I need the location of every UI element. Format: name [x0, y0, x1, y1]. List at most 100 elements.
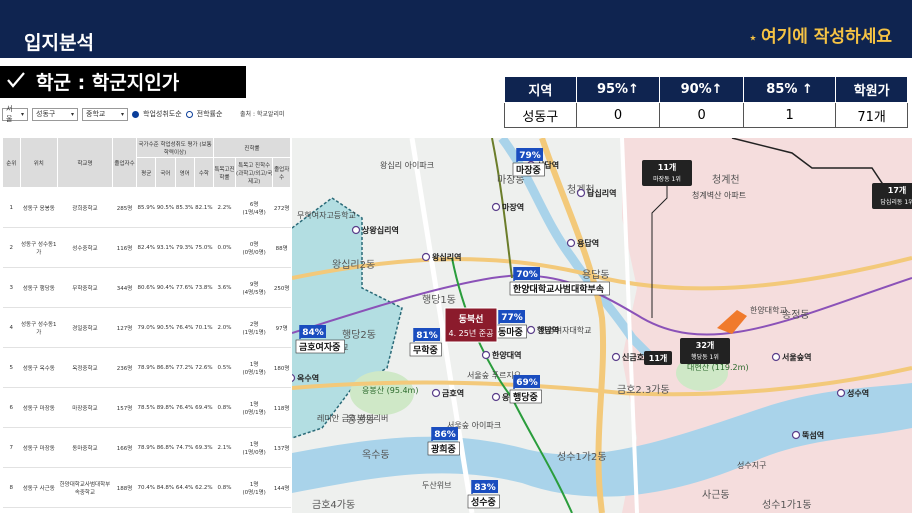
table-cell: 62.2%: [194, 467, 214, 508]
table-cell: 86.8%: [155, 347, 176, 388]
transfer-breakdown: (1명/1명): [242, 329, 266, 336]
academy-count: 11개: [658, 162, 677, 172]
transfer-breakdown: (0명/1명): [242, 369, 266, 376]
district-label: 행당1동: [422, 294, 456, 306]
table-cell: 78.5%: [136, 387, 156, 428]
transfer-count-cell: 1명 (0명/1명): [235, 467, 273, 508]
transfer-breakdown: (1명/4명): [242, 209, 266, 216]
table-cell: 7: [2, 427, 21, 468]
academy-rank: 답십리동 1위: [880, 198, 912, 206]
table-cell: 86.8%: [155, 427, 176, 468]
map-area[interactable]: 왕십리2동 마장동 행당1동 행당2동 응봉동 금호2.3가동 금호4가동 옥수동 성수1가2동…: [292, 138, 912, 513]
table-row[interactable]: 6 성동구 마장동 마장중학교 157명 78.5% 89.8% 76.4% 69.4% 0.8…: [2, 387, 291, 428]
station-label: 상왕십리역: [362, 225, 399, 235]
station-icon: [431, 388, 441, 398]
school-name: 동마중: [498, 326, 523, 338]
table-cell: 한양대학교사범대학부속중학교: [57, 467, 113, 508]
summary-header-cell: 90%↑: [659, 76, 744, 103]
district-value: 성동구: [36, 110, 56, 118]
sort-achievement-radio[interactable]: [132, 110, 139, 118]
page-title: 입지분석: [24, 32, 94, 54]
col-header: 국가수준 학업성취도 평가 (보통학력이상): [136, 137, 214, 158]
transfer-total: 0명: [249, 241, 259, 248]
place-label: 레미안 금호 하이리버: [317, 413, 388, 423]
place-label: 성수지구: [737, 461, 766, 470]
station-icon: [836, 388, 846, 398]
station-icon: [491, 392, 501, 402]
school-pct: 69%: [516, 378, 538, 388]
table-cell: 성동구 사근동: [20, 467, 58, 508]
table-cell: 0.5%: [213, 347, 236, 388]
check-icon: [6, 66, 28, 98]
school-pct: 86%: [434, 430, 456, 440]
summary-cell: 71개: [835, 102, 908, 128]
table-cell: 73.8%: [194, 267, 214, 308]
station-icon: [421, 252, 431, 262]
level-select[interactable]: 중학교 ▾: [82, 107, 128, 121]
table-cell: 성동구 성수동1가: [20, 307, 58, 348]
station-icon: [292, 374, 296, 382]
sort-achievement-label: 학업성취도순: [143, 110, 182, 118]
table-cell: 마장중학교: [57, 387, 113, 428]
transfer-count-cell: 1명 (1명/0명): [235, 427, 273, 468]
table-row[interactable]: 3 성동구 행당동 무학중학교 344명 80.6% 90.4% 77.6% 73.8% 3.6…: [2, 267, 291, 308]
table-cell: 127명: [112, 307, 137, 348]
school-pct: 81%: [416, 331, 438, 341]
summary-data-row: 성동구 0 0 1 71개: [504, 102, 908, 128]
table-row[interactable]: 7 성동구 마장동 동마중학교 166명 78.9% 86.8% 74.7% 69.3% 2.1…: [2, 427, 291, 468]
place-label: 청계벽산 아파트: [692, 190, 746, 200]
park-label: 응봉산 (95.4m): [362, 385, 418, 395]
transfer-breakdown: (4명/5명): [242, 289, 266, 296]
table-cell: 344명: [112, 267, 137, 308]
table-cell: 93.1%: [155, 227, 176, 268]
school-rows: 1 성동구 응봉동 광희중학교 285명 85.9% 90.5% 85.3% 82.1% 2.2…: [2, 187, 291, 508]
level-value: 중학교: [86, 110, 106, 118]
table-cell: 76.4%: [175, 307, 195, 348]
table-cell: 성수중학교: [57, 227, 113, 268]
table-cell: 성동구 마장동: [20, 427, 58, 468]
district-label: 옥수동: [362, 449, 390, 461]
table-row[interactable]: 4 성동구 성수동1가 경일중학교 127명 79.0% 90.5% 76.4% 70.1% 2…: [2, 307, 291, 348]
header-bar: 입지분석 ⋆ 여기에 작성하세요: [0, 0, 912, 58]
district-label: 왕십리2동: [332, 259, 375, 271]
table-cell: 116명: [112, 227, 137, 268]
station-icon: [791, 430, 801, 440]
table-cell: 성동구 행당동: [20, 267, 58, 308]
table-cell: 84.8%: [155, 467, 176, 508]
table-row[interactable]: 8 성동구 사근동 한양대학교사범대학부속중학교 188명 70.4% 84.8% 64.4…: [2, 467, 291, 508]
table-cell: 옥정중학교: [57, 347, 113, 388]
district-label: 청계천: [712, 174, 740, 186]
academy-rank: 행당동 1위: [691, 353, 719, 361]
table-cell: 144명: [272, 467, 291, 508]
school-pct: 77%: [501, 313, 523, 323]
table-cell: 90.5%: [155, 307, 176, 348]
star-icon: ⋆: [748, 31, 757, 46]
school-name: 성수중: [471, 496, 496, 508]
sub-header: 특목고 진학수(과학고/외고/국제고): [234, 157, 274, 188]
chevron-down-icon: ▾: [70, 110, 74, 118]
table-cell: 2.1%: [213, 427, 236, 468]
district-label: 행당2동: [342, 329, 376, 341]
table-cell: 72.6%: [194, 347, 214, 388]
map-canvas[interactable]: 왕십리2동마장동행당1동행당2동응봉동금호2.3가동금호4가동옥수동 성수1가2동…: [292, 138, 912, 513]
table-cell: 3.6%: [213, 267, 236, 308]
note-label: 여기에 작성하세요: [760, 27, 892, 47]
station-icon: [771, 352, 781, 362]
table-row[interactable]: 1 성동구 응봉동 광희중학교 285명 85.9% 90.5% 85.3% 82.1% 2.2…: [2, 187, 291, 228]
table-cell: 경일중학교: [57, 307, 113, 348]
sort-transfer-label: 전학률순: [196, 110, 223, 118]
table-cell: 90.5%: [155, 187, 176, 228]
district-select[interactable]: 성동구 ▾: [32, 107, 78, 121]
table-row[interactable]: 5 성동구 옥수동 옥정중학교 236명 78.9% 86.8% 77.2% 72.6% 0.5…: [2, 347, 291, 388]
sort-transfer-radio[interactable]: [185, 110, 193, 118]
city-value: 서울: [6, 105, 13, 123]
table-cell: 77.2%: [175, 347, 195, 388]
station-icon: [566, 238, 576, 248]
sub-header: 특목고진학률: [212, 157, 236, 188]
col-header: 학교명: [56, 137, 113, 188]
district-label: 금호2.3가동: [617, 384, 670, 396]
district-label: 용답동: [582, 269, 610, 281]
table-row[interactable]: 2 성동구 성수동1가 성수중학교 116명 82.4% 93.1% 79.3% 75.0% 0…: [2, 227, 291, 268]
callout-title: 동북선: [459, 313, 484, 325]
city-select[interactable]: 서울 ▾: [2, 105, 28, 123]
